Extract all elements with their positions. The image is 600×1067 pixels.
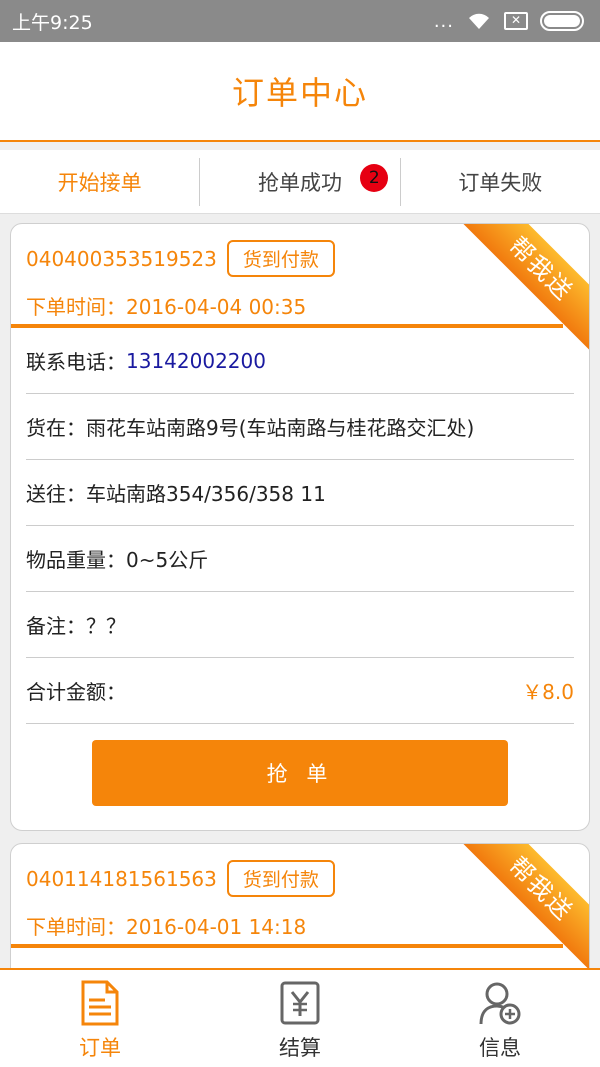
no-sim-icon: ✕ (504, 12, 528, 30)
status-icons: ... ✕ (434, 11, 584, 32)
note-label: 备注： (26, 614, 86, 638)
detail-row-total: 合计金额： ￥8.0 (26, 658, 574, 724)
tab-grab-success[interactable]: 抢单成功 2 (199, 157, 399, 206)
note-value: ？？ (86, 614, 126, 638)
detail-row-destination: 送往： 车站南路354/356/358 11 (26, 460, 574, 526)
order-doc-icon (81, 980, 119, 1026)
page-title: 订单中心 (231, 74, 368, 112)
weight-label: 物品重量： (26, 548, 126, 572)
phone-link[interactable]: 13142002200 (126, 349, 266, 373)
nav-orders[interactable]: 订单 (0, 970, 200, 1067)
order-number: 040114181561563 (26, 866, 217, 891)
order-card[interactable]: 帮我送 040114181561563 货到付款 下单时间：2016-04-01… (10, 843, 590, 968)
total-label: 合计金额： (26, 680, 126, 704)
order-time: 下单时间：2016-04-04 00:35 (26, 295, 307, 319)
grab-order-button[interactable]: 抢 单 (92, 740, 508, 806)
order-tabs: 开始接单 抢单成功 2 订单失败 (0, 150, 600, 214)
payment-tag: 货到付款 (226, 860, 335, 897)
settlement-yuan-icon (280, 981, 320, 1025)
phone-label: 联系电话： (26, 350, 126, 374)
profile-plus-icon (479, 982, 521, 1025)
tab-label: 开始接单 (57, 170, 142, 195)
bottom-nav: 订单 结算 信息 (0, 968, 600, 1067)
tab-order-failed[interactable]: 订单失败 (399, 157, 600, 206)
status-time: 上午9:25 (12, 11, 93, 34)
detail-row-weight: 物品重量： 0~5公斤 (26, 526, 574, 592)
detail-row-pickup: 货在： 雨花车站南路9号(车站南路与桂花路交汇处) (26, 394, 574, 460)
order-details: 联系电话： 13142002200 货在： 雨花车站南路9号(车站南路与桂花路交… (11, 328, 589, 724)
tab-label: 订单失败 (458, 170, 543, 195)
order-number: 040400353519523 (26, 246, 217, 271)
detail-row-phone: 联系电话： 13142002200 (26, 328, 574, 394)
nav-settlement[interactable]: 结算 (200, 970, 400, 1067)
battery-icon (540, 11, 584, 31)
payment-tag: 货到付款 (226, 240, 335, 277)
destination-label: 送往： (26, 482, 86, 506)
order-card[interactable]: 帮我送 040400353519523 货到付款 下单时间：2016-04-04… (10, 223, 590, 831)
nav-label: 结算 (279, 1036, 321, 1060)
app-header: 订单中心 (0, 42, 600, 142)
order-list[interactable]: 帮我送 040400353519523 货到付款 下单时间：2016-04-04… (0, 215, 600, 968)
total-amount: ￥8.0 (522, 680, 574, 704)
tab-start-accepting[interactable]: 开始接单 (0, 158, 199, 206)
pickup-label: 货在： (26, 416, 86, 440)
order-time: 下单时间：2016-04-01 14:18 (26, 915, 307, 939)
status-bar: 上午9:25 ... ✕ (0, 0, 600, 42)
tab-label: 抢单成功 (257, 170, 342, 195)
destination-address: 车站南路354/356/358 11 (86, 482, 326, 506)
weight-value: 0~5公斤 (126, 548, 209, 572)
nav-label: 订单 (79, 1036, 121, 1060)
pickup-address: 雨花车站南路9号(车站南路与桂花路交汇处) (86, 416, 475, 440)
wifi-icon (469, 13, 489, 29)
nav-label: 信息 (479, 1036, 521, 1060)
nav-info[interactable]: 信息 (400, 970, 600, 1067)
more-dots-icon: ... (433, 10, 454, 32)
count-badge: 2 (360, 163, 389, 192)
detail-row-note: 备注： ？？ (26, 592, 574, 658)
